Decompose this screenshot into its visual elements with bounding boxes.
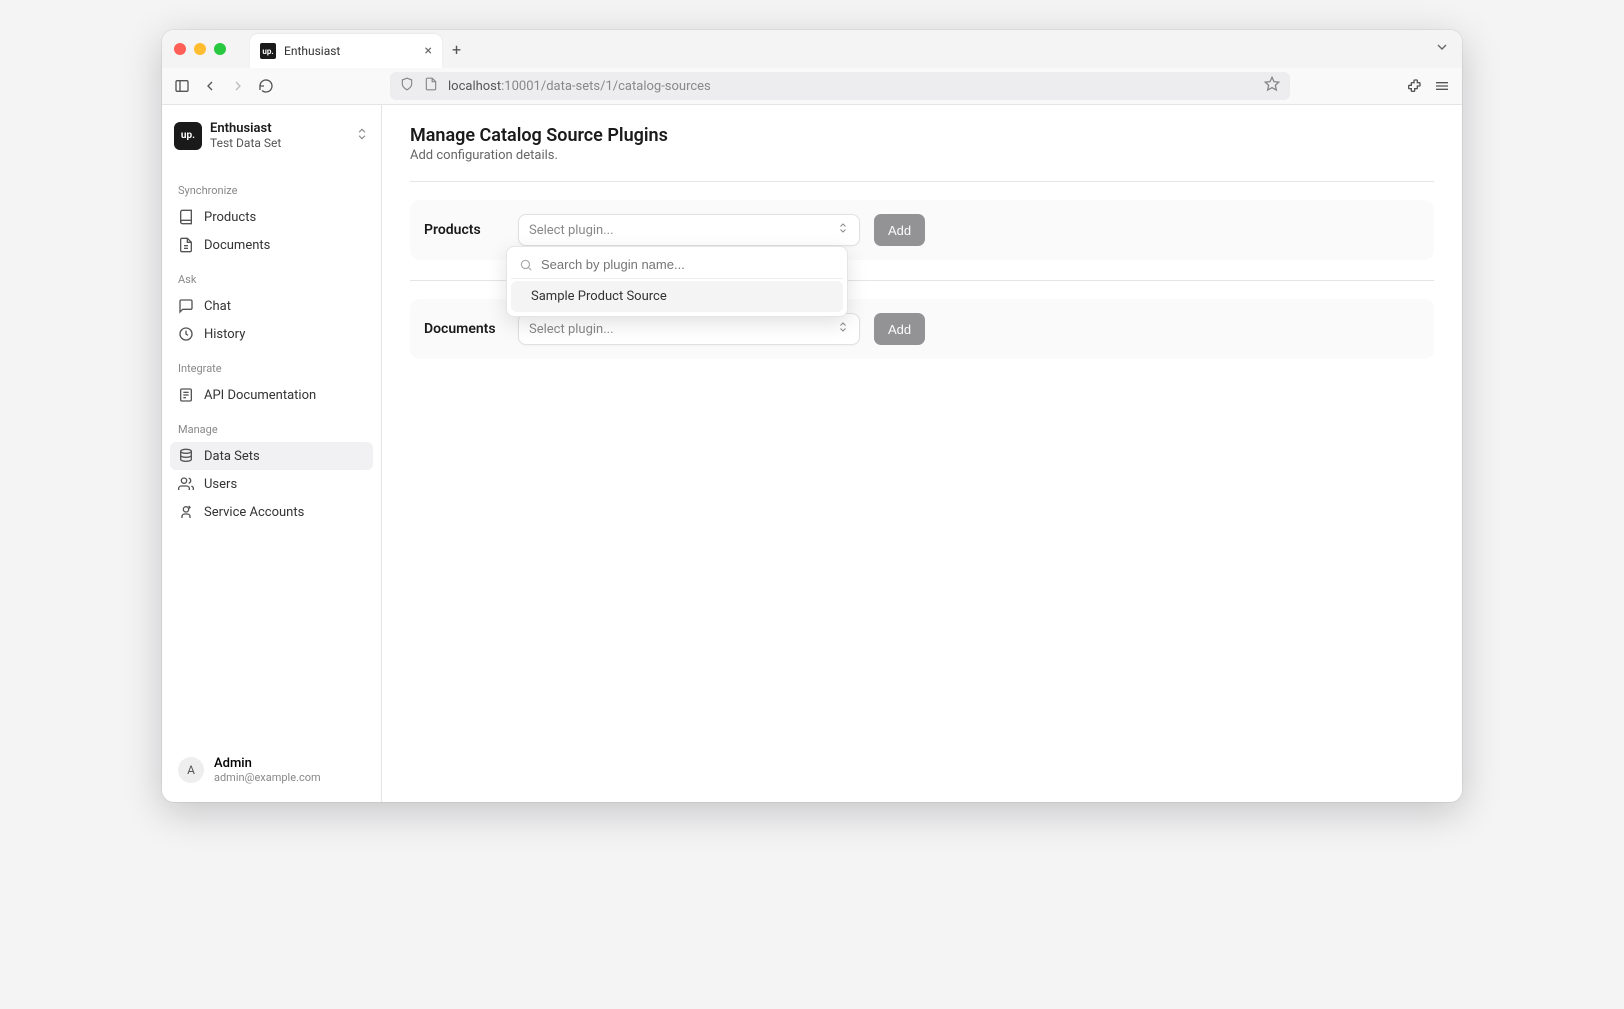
url-bar[interactable]: localhost:10001/data-sets/1/catalog-sour… (390, 72, 1290, 100)
products-plugin-select[interactable]: Select plugin... (518, 214, 860, 246)
plugin-dropdown: Sample Product Source (506, 246, 848, 317)
sidebar-toggle-icon[interactable] (174, 78, 190, 94)
workspace-switcher[interactable]: up. Enthusiast Test Data Set (170, 117, 373, 154)
nav-section-ask: Ask (170, 267, 373, 292)
sidebar-item-label: Users (204, 477, 237, 492)
bookmark-icon[interactable] (1264, 76, 1280, 96)
extensions-icon[interactable] (1406, 78, 1422, 94)
sidebar-item-chat[interactable]: Chat (170, 292, 373, 320)
products-label: Products (424, 222, 504, 238)
chevron-updown-icon (837, 222, 849, 238)
close-tab-icon[interactable]: × (425, 43, 432, 59)
browser-chrome: up. Enthusiast × + (162, 30, 1462, 105)
sidebar: up. Enthusiast Test Data Set Synchronize… (162, 105, 382, 802)
menu-icon[interactable] (1434, 78, 1450, 94)
page-title: Manage Catalog Source Plugins (410, 125, 1434, 146)
minimize-window-icon[interactable] (194, 43, 206, 55)
chevron-updown-icon (837, 321, 849, 337)
reload-button[interactable] (258, 78, 274, 94)
app-body: up. Enthusiast Test Data Set Synchronize… (162, 105, 1462, 802)
nav-section-synchronize: Synchronize (170, 178, 373, 203)
sidebar-item-label: Products (204, 210, 256, 225)
window-controls (174, 43, 226, 55)
select-placeholder: Select plugin... (529, 322, 614, 337)
products-add-button[interactable]: Add (874, 214, 925, 246)
products-row: Products Select plugin... Add Sample Pro… (410, 200, 1434, 260)
nav-section-manage: Manage (170, 417, 373, 442)
divider (410, 181, 1434, 182)
chevron-updown-icon (355, 126, 369, 145)
tab-favicon-icon: up. (260, 43, 276, 59)
documents-add-button[interactable]: Add (874, 313, 925, 345)
sidebar-item-label: Chat (204, 299, 231, 314)
documents-label: Documents (424, 321, 504, 337)
workspace-logo-icon: up. (174, 122, 202, 150)
sidebar-item-label: API Documentation (204, 388, 316, 403)
avatar: A (178, 757, 204, 783)
plugin-search-input[interactable] (541, 257, 835, 272)
sidebar-item-label: Data Sets (204, 449, 260, 464)
main-content: Manage Catalog Source Plugins Add config… (382, 105, 1462, 802)
maximize-window-icon[interactable] (214, 43, 226, 55)
sidebar-item-service-accounts[interactable]: Service Accounts (170, 498, 373, 526)
nav-section-integrate: Integrate (170, 356, 373, 381)
sidebar-item-products[interactable]: Products (170, 203, 373, 231)
sidebar-item-label: Service Accounts (204, 505, 304, 520)
sidebar-item-users[interactable]: Users (170, 470, 373, 498)
user-name: Admin (214, 756, 321, 771)
select-placeholder: Select plugin... (529, 223, 614, 238)
tabs-dropdown-icon[interactable] (1434, 39, 1450, 59)
browser-tab[interactable]: up. Enthusiast × (250, 34, 442, 68)
workspace-subtitle: Test Data Set (210, 136, 347, 150)
sidebar-item-history[interactable]: History (170, 320, 373, 348)
user-email: admin@example.com (214, 771, 321, 784)
sidebar-item-label: History (204, 327, 245, 342)
back-button[interactable] (202, 78, 218, 94)
sidebar-item-documents[interactable]: Documents (170, 231, 373, 259)
sidebar-item-data-sets[interactable]: Data Sets (170, 442, 373, 470)
sidebar-item-api-docs[interactable]: API Documentation (170, 381, 373, 409)
sidebar-item-label: Documents (204, 238, 270, 253)
workspace-name: Enthusiast (210, 121, 347, 136)
search-icon (519, 258, 533, 272)
shield-icon[interactable] (400, 77, 414, 95)
page-icon (424, 77, 438, 95)
browser-window: up. Enthusiast × + (162, 30, 1462, 802)
tab-title: Enthusiast (284, 44, 417, 58)
close-window-icon[interactable] (174, 43, 186, 55)
plugin-option-sample-product-source[interactable]: Sample Product Source (511, 281, 843, 312)
new-tab-button[interactable]: + (452, 40, 461, 59)
documents-plugin-select[interactable]: Select plugin... (518, 313, 860, 345)
page-subtitle: Add configuration details. (410, 148, 1434, 163)
browser-toolbar: localhost:10001/data-sets/1/catalog-sour… (162, 68, 1462, 104)
url-text: localhost:10001/data-sets/1/catalog-sour… (448, 79, 711, 94)
user-menu[interactable]: A Admin admin@example.com (170, 750, 373, 790)
forward-button[interactable] (230, 78, 246, 94)
tab-strip: up. Enthusiast × + (162, 30, 1462, 68)
plugin-search-row (511, 251, 843, 279)
